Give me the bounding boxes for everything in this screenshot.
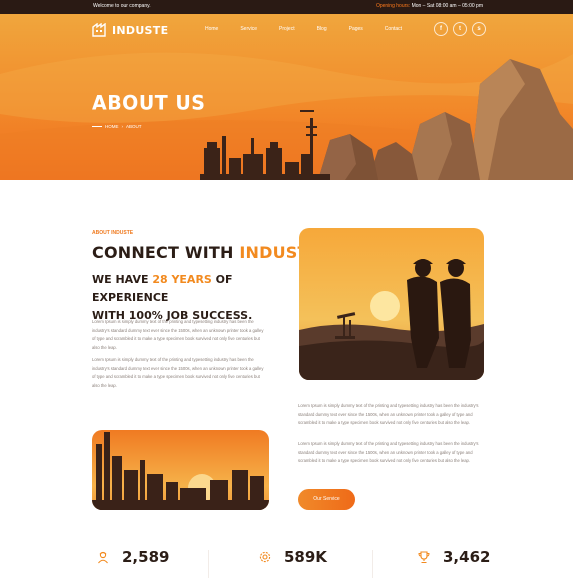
stat-divider (372, 550, 373, 578)
gear-icon (259, 551, 271, 563)
skype-icon[interactable]: s (472, 22, 486, 36)
workers-image (299, 228, 484, 380)
breadcrumb-separator: › (121, 124, 124, 129)
main-nav: Home Service Project Blog Pages Contact (205, 26, 424, 32)
heading-prefix: CONNECT WITH (92, 243, 240, 262)
stat-value: 589K (284, 548, 327, 566)
factory-logo-icon (92, 23, 106, 37)
opening-hours: Opening hours: Mon – Sat 08:00 am – 05:0… (376, 3, 483, 9)
nav-item-contact[interactable]: Contact (385, 26, 402, 32)
brand-logo[interactable]: INDUSTE (92, 23, 168, 37)
nav-item-service[interactable]: Service (240, 26, 257, 32)
our-service-button[interactable]: Our Service (298, 489, 355, 510)
breadcrumb-line (92, 126, 102, 127)
section-tag: ABOUT INDUSTE (92, 230, 134, 236)
twitter-icon[interactable]: t (453, 22, 467, 36)
workers-silhouette-illustration (299, 228, 484, 380)
nav-item-project[interactable]: Project (279, 26, 295, 32)
section-subheading: WE HAVE 28 YEARS OF EXPERIENCE WITH 100%… (92, 271, 292, 325)
hero-industrial-illustration (0, 52, 573, 180)
about-paragraph-2: Lorem Ipsum is simply dummy text of the … (92, 357, 264, 388)
welcome-text: Welcome to our company. (93, 3, 151, 9)
worker-icon (98, 551, 108, 564)
breadcrumb-current: ABOUT (126, 124, 142, 129)
hero-banner: INDUSTE Home Service Project Blog Pages … (0, 14, 573, 180)
facebook-icon[interactable]: f (434, 22, 448, 36)
brand-name: INDUSTE (112, 23, 169, 37)
stat-value: 2,589 (122, 548, 170, 566)
section-heading: CONNECT WITH INDUSTE. (92, 243, 326, 262)
stat-awards: 3,462 (417, 548, 490, 566)
breadcrumb-home[interactable]: HOME (105, 124, 119, 129)
about-paragraph-4: Lorem Ipsum is simply dummy text of the … (298, 441, 479, 464)
opening-hours-label: Opening hours: (375, 3, 411, 9)
nav-item-blog[interactable]: Blog (317, 26, 327, 32)
nav-item-pages[interactable]: Pages (349, 26, 363, 32)
breadcrumb: HOME › ABOUT (92, 124, 142, 129)
social-links: f t s (434, 22, 486, 36)
about-paragraph-3: Lorem Ipsum is simply dummy text of the … (298, 403, 479, 426)
factory-silhouette-illustration (92, 430, 269, 510)
about-paragraph-1: Lorem Ipsum is simply dummy text of the … (92, 319, 264, 350)
top-bar: Welcome to our company. Opening hours: M… (0, 0, 573, 14)
opening-hours-value: Mon – Sat 08:00 am – 05:00 pm (411, 3, 483, 9)
stat-divider (208, 550, 209, 578)
factory-image (92, 430, 269, 510)
trophy-icon (418, 551, 430, 564)
stat-workers: 2,589 (96, 548, 169, 566)
stat-projects: 589K (258, 548, 327, 566)
subheading-prefix: WE HAVE (92, 273, 153, 286)
nav-item-home[interactable]: Home (205, 26, 218, 32)
subheading-accent: 28 YEARS (152, 273, 212, 286)
stat-value: 3,462 (443, 548, 491, 566)
page-title: ABOUT US (92, 91, 206, 115)
